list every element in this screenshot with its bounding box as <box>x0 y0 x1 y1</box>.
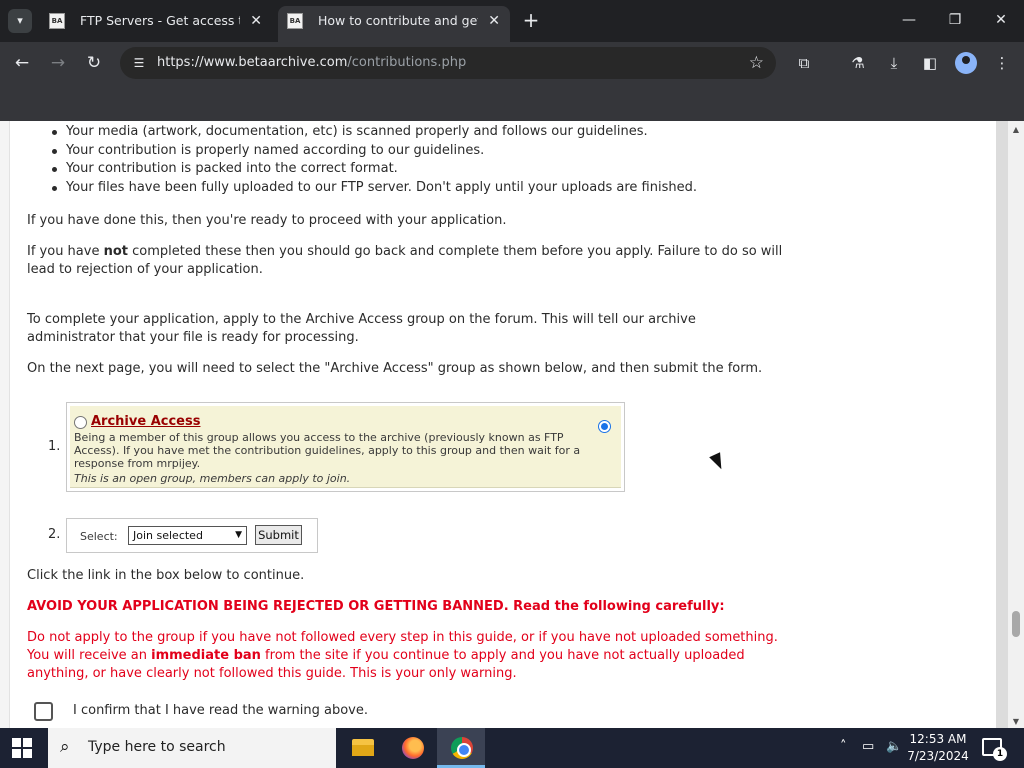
click-link-paragraph: Click the link in the box below to conti… <box>27 568 305 583</box>
url-text[interactable]: https://www.betaarchive.com/contribution… <box>157 54 466 72</box>
next-page-paragraph: On the next page, you will need to selec… <box>27 361 763 376</box>
close-icon[interactable]: ✕ <box>488 6 500 36</box>
volume-muted-icon[interactable]: 🔈 <box>886 739 902 754</box>
windows-taskbar: ⌕ Type here to search ˄ ▭ 🔈 12:53 AM 7/2… <box>0 728 1024 768</box>
select-label: Select: <box>80 530 118 543</box>
step-number: 2. <box>48 527 61 542</box>
system-clock[interactable]: 12:53 AM 7/23/2024 <box>906 731 970 765</box>
mouse-cursor-icon <box>709 452 727 472</box>
favicon-icon: BA <box>49 13 65 29</box>
checklist: Your media (artwork, documentation, etc)… <box>52 123 786 198</box>
clock-time: 12:53 AM <box>909 732 967 746</box>
not-completed-paragraph: If you have not completed these then you… <box>27 244 783 277</box>
scroll-down-icon[interactable]: ▼ <box>1008 717 1024 726</box>
tab-strip: ▾ BA FTP Servers - Get access to the ✕ B… <box>0 0 1024 42</box>
page-viewport: ▲ ▼ Your media (artwork, documentation, … <box>0 121 1024 728</box>
confirm-checkbox[interactable] <box>34 702 53 721</box>
taskbar-search[interactable]: ⌕ Type here to search <box>48 728 336 768</box>
warning-heading: AVOID YOUR APPLICATION BEING REJECTED OR… <box>27 599 725 614</box>
close-icon[interactable]: ✕ <box>250 6 262 36</box>
list-item: Your contribution is properly named acco… <box>52 142 786 161</box>
tab-search-button[interactable]: ▾ <box>8 9 32 33</box>
firefox-icon <box>402 737 424 759</box>
warning-paragraph: Do not apply to the group if you have no… <box>27 630 778 681</box>
tab-title: FTP Servers - Get access to the <box>80 13 240 28</box>
minimize-button[interactable]: — <box>886 6 932 34</box>
reload-button[interactable]: ↻ <box>81 50 107 76</box>
submit-button[interactable]: Submit <box>255 525 302 545</box>
left-gutter <box>0 121 10 728</box>
bookmark-star-icon[interactable]: ☆ <box>749 52 764 74</box>
group-description: Being a member of this group allows you … <box>74 431 581 470</box>
browser-toolbar: ← → ↻ ☰ https://www.betaarchive.com/cont… <box>0 42 1024 84</box>
group-radio-left[interactable] <box>74 416 87 429</box>
window-close-button[interactable]: ✕ <box>978 6 1024 34</box>
site-info-icon[interactable]: ☰ <box>130 54 148 72</box>
firefox-app[interactable] <box>388 728 436 768</box>
notification-icon[interactable]: 1 <box>982 738 1007 761</box>
side-panel-icon[interactable]: ◧ <box>918 51 942 75</box>
forward-button[interactable]: → <box>45 50 71 76</box>
labs-flask-icon[interactable]: ⚗ <box>846 51 870 75</box>
scroll-up-icon[interactable]: ▲ <box>1008 125 1024 134</box>
bookmarks-bar <box>0 84 1024 121</box>
chevron-up-icon[interactable]: ˄ <box>840 739 847 754</box>
group-radio-selected[interactable] <box>598 420 611 433</box>
chrome-app[interactable] <box>437 728 485 768</box>
tab-title: How to contribute and get acc <box>318 13 478 28</box>
step-number: 1. <box>48 439 61 454</box>
download-icon[interactable]: ⤓ <box>882 51 906 75</box>
ready-paragraph: If you have done this, then you're ready… <box>27 213 507 228</box>
chrome-icon <box>451 737 473 759</box>
chevron-down-icon: ▼ <box>235 530 242 540</box>
windows-start-icon[interactable] <box>12 738 32 758</box>
back-button[interactable]: ← <box>9 50 35 76</box>
tab-ftp-servers[interactable]: BA FTP Servers - Get access to the ✕ <box>40 6 272 36</box>
apply-paragraph: To complete your application, apply to t… <box>27 312 696 345</box>
join-form-example: Select: Join selected ▼ Submit <box>66 518 318 553</box>
notification-count: 1 <box>993 747 1007 761</box>
list-item: Your contribution is packed into the cor… <box>52 160 786 179</box>
file-explorer-app[interactable] <box>338 728 386 768</box>
profile-avatar[interactable] <box>955 52 977 74</box>
group-example-box: Archive Access Being a member of this gr… <box>66 402 625 492</box>
favicon-icon: BA <box>287 13 303 29</box>
tab-contribute[interactable]: BA How to contribute and get acc ✕ <box>278 6 510 42</box>
menu-kebab-icon[interactable]: ⋮ <box>990 51 1014 75</box>
list-item: Your files have been fully uploaded to o… <box>52 179 786 198</box>
archive-access-link[interactable]: Archive Access <box>91 413 200 431</box>
vertical-scrollbar[interactable]: ▲ ▼ <box>1008 121 1024 728</box>
folder-icon <box>352 739 374 756</box>
extensions-icon[interactable]: ⧉ <box>792 51 816 75</box>
search-icon: ⌕ <box>60 737 70 757</box>
list-item: Your media (artwork, documentation, etc)… <box>52 123 786 142</box>
scrollbar-thumb[interactable] <box>1012 611 1020 637</box>
group-row: Archive Access Being a member of this gr… <box>70 406 621 488</box>
group-note: This is an open group, members can apply… <box>74 472 351 485</box>
page-right-border <box>996 121 1008 728</box>
chevron-down-icon: ▾ <box>17 14 23 27</box>
clock-date: 7/23/2024 <box>907 749 969 763</box>
network-icon[interactable]: ▭ <box>862 739 874 754</box>
restore-button[interactable]: ❐ <box>932 6 978 34</box>
confirm-label: I confirm that I have read the warning a… <box>73 703 368 718</box>
join-select[interactable]: Join selected ▼ <box>128 526 247 545</box>
new-tab-button[interactable]: + <box>520 8 542 34</box>
search-placeholder: Type here to search <box>88 739 226 755</box>
address-bar[interactable]: ☰ https://www.betaarchive.com/contributi… <box>120 47 776 79</box>
